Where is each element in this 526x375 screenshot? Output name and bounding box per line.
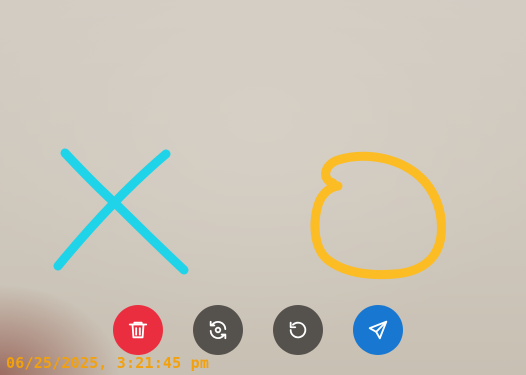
undo-icon xyxy=(289,321,307,339)
capture-timestamp: 06/25/2025, 3:21:45 pm xyxy=(6,354,210,372)
undo-button[interactable] xyxy=(273,305,323,355)
camera-preview: 06/25/2025, 3:21:45 pm xyxy=(0,0,526,375)
switch-camera-button[interactable] xyxy=(193,305,243,355)
camera-controls xyxy=(113,305,413,355)
camera-switch-icon xyxy=(209,320,227,340)
circle-stroke xyxy=(310,151,446,280)
send-button[interactable] xyxy=(353,305,403,355)
send-icon xyxy=(368,320,388,340)
trash-icon xyxy=(128,321,148,339)
delete-button[interactable] xyxy=(113,305,163,355)
x-mark-stroke xyxy=(53,148,189,275)
